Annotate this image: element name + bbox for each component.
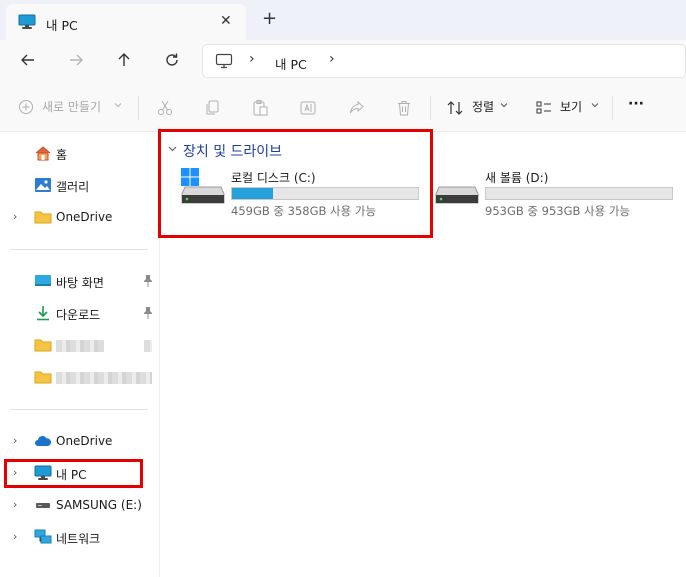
sidebar-item-network[interactable]: › 네트워크 xyxy=(0,523,158,551)
sort-icon xyxy=(446,99,464,120)
desktop-icon xyxy=(34,273,52,292)
address-field[interactable]: › 내 PC › xyxy=(202,44,686,78)
sidebar-item-label: 바탕 화면 xyxy=(56,276,104,290)
rename-icon[interactable] xyxy=(299,99,317,120)
download-icon xyxy=(34,305,52,324)
sidebar-item-label: 갤러리 xyxy=(56,180,90,194)
add-circle-icon xyxy=(18,99,34,118)
drive-usage-bar xyxy=(485,187,673,200)
up-arrow-icon[interactable] xyxy=(114,50,134,70)
navigation-pane: 홈 갤러리 › OneDrive 바탕 화면 다운로드 › OneDrive ›… xyxy=(0,133,160,577)
breadcrumb-separator[interactable]: › xyxy=(329,51,335,67)
sidebar-item-label: 다운로드 xyxy=(56,308,101,322)
share-icon[interactable] xyxy=(347,99,365,120)
divider xyxy=(612,96,613,120)
sort-button[interactable]: 정렬 xyxy=(472,98,494,115)
chevron-down-icon xyxy=(113,99,123,113)
network-icon xyxy=(34,529,52,548)
drive-item-d[interactable]: 새 볼륨 (D:) 953GB 중 953GB 사용 가능 xyxy=(435,169,685,219)
hard-drive-icon xyxy=(435,185,479,208)
new-tab-button[interactable]: + xyxy=(262,10,277,28)
folder-icon xyxy=(34,369,52,388)
refresh-icon[interactable] xyxy=(162,50,182,70)
sidebar-item-gallery[interactable]: 갤러리 xyxy=(0,171,158,199)
divider xyxy=(138,96,139,120)
pin-icon[interactable] xyxy=(142,306,154,323)
redacted-label xyxy=(56,372,152,384)
close-icon[interactable]: ✕ xyxy=(220,14,232,28)
chevron-right-icon[interactable]: › xyxy=(13,210,17,223)
divider xyxy=(10,249,148,250)
view-button[interactable]: 보기 xyxy=(560,98,582,115)
new-button[interactable]: 새로 만들기 xyxy=(42,98,101,115)
sidebar-item-label: SAMSUNG (E:) xyxy=(56,498,142,512)
cloud-icon xyxy=(34,433,52,452)
more-options-button[interactable]: ··· xyxy=(628,96,644,112)
drive-free-space: 953GB 중 953GB 사용 가능 xyxy=(485,204,631,218)
sidebar-item-label: 네트워크 xyxy=(56,532,101,546)
chevron-down-icon xyxy=(590,99,600,113)
tab-bar: 내 PC ✕ + xyxy=(0,0,686,40)
sidebar-item-home[interactable]: 홈 xyxy=(0,139,158,167)
sidebar-item-desktop[interactable]: 바탕 화면 xyxy=(0,267,158,295)
copy-icon[interactable] xyxy=(203,99,221,120)
sidebar-item-downloads[interactable]: 다운로드 xyxy=(0,299,158,327)
drive-name: 새 볼륨 (D:) xyxy=(485,171,549,185)
gallery-icon xyxy=(34,177,52,196)
home-icon xyxy=(34,145,52,164)
cut-icon[interactable] xyxy=(156,99,174,120)
folder-icon xyxy=(34,209,52,228)
breadcrumb-separator[interactable]: › xyxy=(249,51,255,67)
sidebar-item-samsung-e[interactable]: › SAMSUNG (E:) xyxy=(0,491,158,519)
folder-icon xyxy=(34,337,52,356)
command-bar: 새로 만들기 정렬 보기 ··· xyxy=(0,82,686,132)
sidebar-item-label: OneDrive xyxy=(56,434,113,448)
sidebar-item-blurred-folder[interactable] xyxy=(0,363,158,391)
chevron-right-icon[interactable]: › xyxy=(13,498,17,511)
redacted-pin xyxy=(144,340,152,352)
monitor-icon xyxy=(215,53,233,72)
sidebar-item-onedrive-folder[interactable]: › OneDrive xyxy=(0,203,158,231)
highlight-box-drives xyxy=(158,129,433,238)
delete-icon[interactable] xyxy=(395,99,413,120)
sidebar-item-blurred-folder[interactable] xyxy=(0,331,158,359)
chevron-right-icon[interactable]: › xyxy=(13,530,17,543)
view-icon xyxy=(535,99,553,120)
tab-title: 내 PC xyxy=(46,18,78,33)
pc-icon xyxy=(18,14,36,33)
address-bar-row: › 내 PC › xyxy=(0,40,686,82)
redacted-label xyxy=(56,340,104,352)
chevron-down-icon xyxy=(499,99,509,113)
paste-icon[interactable] xyxy=(251,99,269,120)
chevron-right-icon[interactable]: › xyxy=(13,434,17,447)
sidebar-item-label: 홈 xyxy=(56,148,68,162)
back-arrow-icon[interactable] xyxy=(18,50,38,70)
highlight-box-this-pc xyxy=(4,459,143,488)
forward-arrow-icon[interactable] xyxy=(66,50,86,70)
sidebar-item-label: OneDrive xyxy=(56,210,113,224)
divider xyxy=(10,409,148,410)
breadcrumb-this-pc[interactable]: 내 PC xyxy=(275,54,307,73)
usb-drive-icon xyxy=(34,497,52,516)
tab-this-pc[interactable]: 내 PC ✕ xyxy=(6,4,246,40)
pin-icon[interactable] xyxy=(142,274,154,291)
sidebar-item-onedrive[interactable]: › OneDrive xyxy=(0,427,158,455)
divider xyxy=(430,96,431,120)
